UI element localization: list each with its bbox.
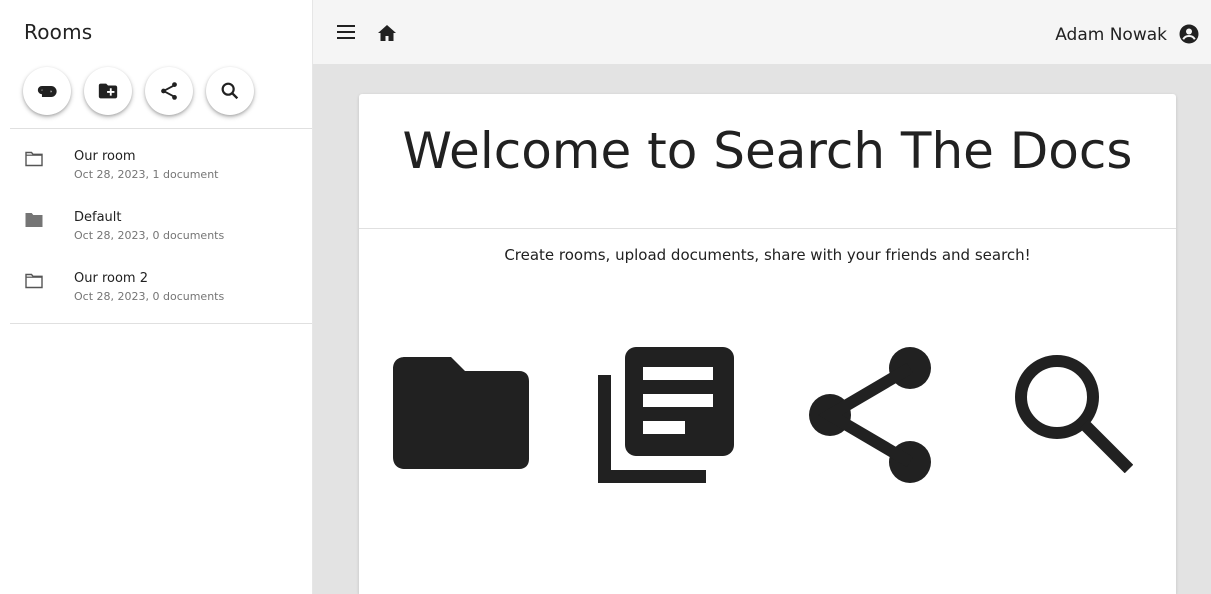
share-icon [808,347,932,483]
room-meta: Oct 28, 2023, 1 document [74,168,219,181]
room-item-default[interactable]: Default Oct 28, 2023, 0 documents [0,190,312,251]
welcome-card: Welcome to Search The Docs Create rooms,… [359,94,1176,594]
sidebar-title: Rooms [24,20,93,44]
documents-icon [598,347,734,483]
folder-icon [393,357,529,469]
sidebar: Rooms Our room Oct 28, 2023, 1 document … [0,0,312,594]
create-room-button[interactable] [84,67,132,115]
room-meta: Oct 28, 2023, 0 documents [74,290,225,303]
create-folder-icon [98,83,118,99]
hamburger-menu-icon[interactable] [337,25,355,39]
room-name: Our room [74,149,136,164]
sidebar-divider-bottom [10,323,312,324]
folder-filled-icon [25,212,43,228]
share-button[interactable] [145,67,193,115]
attach-button[interactable] [23,67,71,115]
room-list: Our room Oct 28, 2023, 1 document Defaul… [0,129,312,312]
home-icon[interactable] [377,24,397,42]
account-circle-icon[interactable] [1179,24,1199,44]
search-icon [221,82,239,100]
room-name: Our room 2 [74,271,148,286]
room-meta: Oct 28, 2023, 0 documents [74,229,225,242]
welcome-title: Welcome to Search The Docs [402,122,1133,180]
search-button[interactable] [206,67,254,115]
top-app-bar: Adam Nowak [312,0,1211,64]
paperclip-icon [37,85,57,97]
card-divider [359,228,1176,229]
search-icon [1013,353,1133,473]
room-item-our-room[interactable]: Our room Oct 28, 2023, 1 document [0,129,312,190]
room-item-our-room-2[interactable]: Our room 2 Oct 28, 2023, 0 documents [0,251,312,312]
main-content: Welcome to Search The Docs Create rooms,… [312,64,1211,594]
user-name[interactable]: Adam Nowak [1055,25,1167,45]
room-name: Default [74,210,122,225]
share-icon [161,82,177,100]
folder-outline-icon [25,151,43,167]
folder-outline-icon [25,273,43,289]
welcome-subtitle: Create rooms, upload documents, share wi… [504,246,1031,264]
sidebar-actions [23,67,254,115]
